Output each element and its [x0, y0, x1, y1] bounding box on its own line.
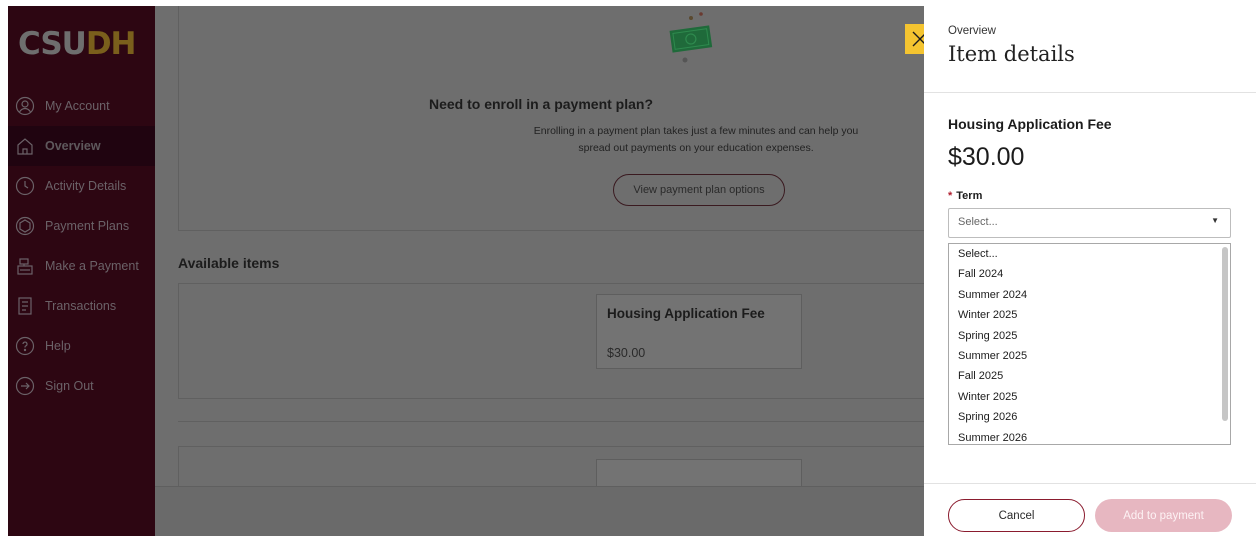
item-name: Housing Application Fee — [948, 116, 1112, 132]
promo-text: Enrolling in a payment plan takes just a… — [455, 123, 924, 157]
sidebar-item-activity-details[interactable]: Activity Details — [8, 166, 155, 206]
receipt-icon — [14, 295, 36, 317]
sidebar-item-sign-out[interactable]: Sign Out — [8, 366, 155, 406]
sidebar-item-my-account[interactable]: My Account — [8, 86, 155, 126]
sidebar-item-make-a-payment[interactable]: Make a Payment — [8, 246, 155, 286]
sidebar: CSUDH My Account Overview Activity Detai… — [8, 6, 155, 536]
section-divider — [178, 421, 924, 422]
item-price: $30.00 — [948, 143, 1025, 171]
main-content: Need to enroll in a payment plan? Enroll… — [155, 6, 924, 536]
term-option[interactable]: Summer 2024 — [949, 285, 1230, 305]
term-label: * Term — [948, 190, 982, 202]
sidebar-item-transactions[interactable]: Transactions — [8, 286, 155, 326]
promo-text-line: spread out payments on your education ex… — [578, 142, 814, 154]
item-tile-price: $30.00 — [607, 346, 646, 360]
payment-plan-promo-card — [178, 6, 924, 231]
sidebar-item-label: Sign Out — [45, 379, 94, 393]
user-circle-icon — [14, 95, 36, 117]
available-items-title: Available items — [178, 255, 280, 271]
clock-icon — [14, 175, 36, 197]
required-mark: * — [948, 190, 953, 202]
hexagon-icon — [14, 215, 36, 237]
sidebar-item-help[interactable]: Help — [8, 326, 155, 366]
promo-title: Need to enroll in a payment plan? — [428, 96, 654, 112]
term-option[interactable]: Select... — [949, 244, 1230, 264]
drawer-breadcrumb: Overview — [948, 25, 996, 37]
help-icon — [14, 335, 36, 357]
chevron-down-icon: ▼ — [1211, 216, 1219, 225]
sidebar-item-label: My Account — [45, 99, 110, 113]
add-to-payment-button[interactable]: Add to payment — [1095, 499, 1232, 532]
term-label-text: Term — [956, 190, 983, 202]
drawer-title: Item details — [948, 42, 1075, 66]
item-tile-name: Housing Application Fee — [607, 306, 765, 321]
term-option[interactable]: Spring 2025 — [949, 326, 1230, 346]
term-select-value: Select... — [958, 216, 998, 228]
drawer-divider — [924, 92, 1256, 93]
sidebar-item-label: Overview — [45, 139, 101, 153]
term-option[interactable]: Fall 2025 — [949, 366, 1230, 386]
term-option[interactable]: Summer 2026 — [949, 428, 1230, 444]
term-option[interactable]: Summer 2025 — [949, 346, 1230, 366]
sidebar-item-payment-plans[interactable]: Payment Plans — [8, 206, 155, 246]
sidebar-item-label: Help — [45, 339, 71, 353]
term-select[interactable]: Select... ▼ — [948, 208, 1231, 238]
sign-out-icon — [14, 375, 36, 397]
home-icon — [14, 135, 36, 157]
term-option[interactable]: Winter 2025 — [949, 387, 1230, 407]
dropdown-scrollbar[interactable] — [1222, 247, 1228, 421]
logo-suffix: DH — [85, 26, 137, 62]
available-items-card — [178, 283, 924, 399]
money-illustration-icon — [669, 12, 713, 63]
sidebar-item-label: Make a Payment — [45, 259, 139, 273]
item-details-drawer: Overview Item details Housing Applicatio… — [924, 6, 1256, 536]
sidebar-item-label: Activity Details — [45, 179, 127, 193]
term-option[interactable]: Fall 2024 — [949, 264, 1230, 284]
drawer-footer-divider — [924, 483, 1256, 484]
register-icon — [14, 255, 36, 277]
csudh-logo[interactable]: CSUDH — [18, 26, 144, 66]
term-option[interactable]: Winter 2025 — [949, 305, 1230, 325]
term-dropdown-list[interactable]: Select... Fall 2024 Summer 2024 Winter 2… — [948, 243, 1231, 445]
sidebar-item-label: Payment Plans — [45, 219, 130, 233]
sidebar-item-overview[interactable]: Overview — [8, 126, 155, 166]
logo-prefix: CSU — [18, 26, 87, 62]
term-option[interactable]: Spring 2026 — [949, 407, 1230, 427]
footer-bar — [155, 486, 924, 536]
sidebar-item-label: Transactions — [45, 299, 117, 313]
cancel-button[interactable]: Cancel — [948, 499, 1085, 532]
promo-text-line: Enrolling in a payment plan takes just a… — [533, 125, 859, 137]
item-tile[interactable]: Housing Application Fee $30.00 — [596, 294, 802, 369]
view-payment-plan-options-button[interactable]: View payment plan options — [613, 174, 785, 206]
